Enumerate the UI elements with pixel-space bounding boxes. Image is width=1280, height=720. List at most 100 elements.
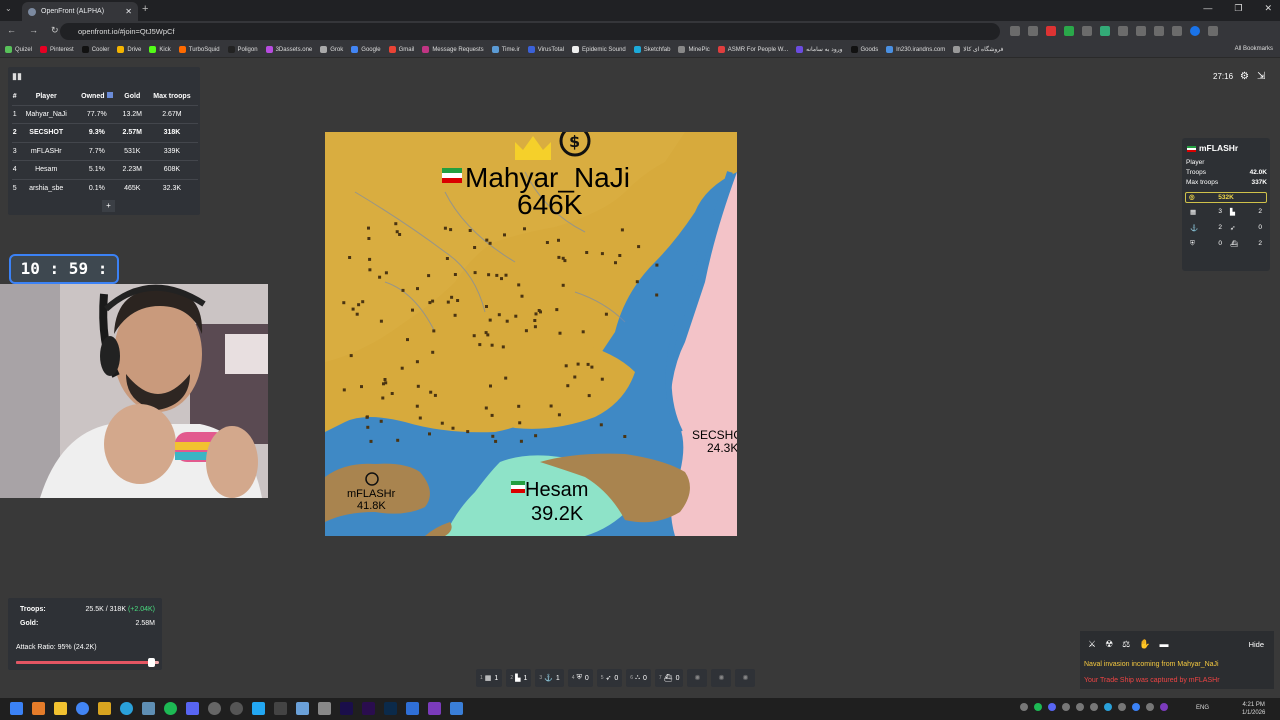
build-button[interactable]: 3 ⚓ 1 — [535, 669, 564, 687]
photoshop-icon[interactable] — [384, 702, 397, 715]
app-icon[interactable] — [318, 702, 331, 715]
hydrogen-bomb-icon[interactable]: ✺ — [735, 669, 756, 687]
extension-icon[interactable] — [1100, 26, 1110, 36]
blender-icon[interactable] — [406, 702, 419, 715]
attack-ratio-slider[interactable] — [16, 658, 159, 667]
build-button[interactable]: 7 ⛴ 0 — [654, 669, 684, 687]
extension-icon[interactable] — [1136, 26, 1146, 36]
tray-icon[interactable] — [1104, 703, 1112, 711]
tray-icon[interactable] — [1146, 703, 1154, 711]
column-owned[interactable]: Owned — [75, 88, 119, 105]
leaderboard-row[interactable]: 2 SECSHOT 9.3% 2.57M 318K — [12, 123, 198, 142]
bookmark-item[interactable]: Epidemic Sound — [572, 46, 626, 53]
premiere-icon[interactable] — [362, 702, 375, 715]
game-map[interactable]: Mahyar_NaJi 646K SECSHOT 24.3K Hesam 39.… — [325, 132, 737, 536]
profile-avatar[interactable] — [1190, 26, 1200, 36]
extension-icon[interactable] — [1172, 26, 1182, 36]
github-icon[interactable] — [208, 702, 221, 715]
rider-icon[interactable] — [428, 702, 441, 715]
tab-search-icon[interactable]: ⌄ — [5, 4, 12, 13]
bookmark-item[interactable]: ln230.irandns.com — [886, 46, 945, 53]
extension-icon[interactable] — [1154, 26, 1164, 36]
browser-tab[interactable]: OpenFront (ALPHA) ✕ — [22, 2, 138, 21]
extension-icon[interactable] — [1010, 26, 1020, 36]
bookmark-item[interactable]: Sketchfab — [633, 46, 670, 53]
bookmark-item[interactable]: VirusTotal — [527, 46, 564, 53]
bookmark-item[interactable]: ASMR For People W... — [717, 46, 788, 53]
build-button[interactable]: 2 ▙ 1 — [506, 669, 532, 687]
bookmark-item[interactable]: Quizel — [5, 46, 32, 53]
bookmark-item[interactable]: Time.ir — [491, 46, 520, 53]
leaderboard-row[interactable]: 4 Hesam 5.1% 2.23M 608K — [12, 160, 198, 179]
bookmark-item[interactable]: Google — [351, 46, 381, 53]
leaderboard-row[interactable]: 5 arshia_sbe 0.1% 465K 32.3K — [12, 178, 198, 198]
chat-icon[interactable]: ▬ — [1159, 639, 1168, 650]
tray-icon[interactable] — [1118, 703, 1126, 711]
bookmark-item[interactable]: Pinterest — [40, 46, 74, 53]
terminal-icon[interactable] — [274, 702, 287, 715]
search-icon[interactable] — [32, 702, 45, 715]
steam-icon[interactable] — [142, 702, 155, 715]
notes-icon[interactable] — [296, 702, 309, 715]
column-max-troops[interactable]: Max troops — [146, 88, 198, 105]
tray-icon[interactable] — [1062, 703, 1070, 711]
chrome-icon[interactable] — [76, 702, 89, 715]
reload-icon[interactable]: ↻ — [51, 25, 59, 36]
extension-icon[interactable] — [1118, 26, 1128, 36]
nuke-icon[interactable]: ☢ — [1105, 639, 1113, 650]
obs-icon[interactable] — [230, 702, 243, 715]
build-button[interactable]: 4 ⛨ 0 — [567, 669, 593, 687]
bookmark-item[interactable]: ورود به سامانه — [796, 46, 843, 53]
tray-icon[interactable] — [1160, 703, 1168, 711]
extension-icon[interactable] — [1028, 26, 1038, 36]
leaderboard-row[interactable]: 3 mFLASHr 7.7% 531K 339K — [12, 141, 198, 161]
exit-icon[interactable]: ⇲ — [1257, 71, 1265, 82]
build-button[interactable]: 6 ⛬ 0 — [626, 669, 651, 687]
bookmark-item[interactable]: TurboSquid — [178, 46, 220, 53]
bookmark-item[interactable]: Poligon — [227, 46, 258, 53]
bookmark-item[interactable]: Grok — [320, 46, 343, 53]
tray-icon[interactable] — [1048, 703, 1056, 711]
after-effects-icon[interactable] — [340, 702, 353, 715]
windows-start-icon[interactable] — [10, 702, 23, 715]
close-tab-icon[interactable]: ✕ — [125, 7, 132, 16]
new-tab-button[interactable]: + — [142, 3, 148, 15]
menu-icon[interactable] — [1208, 26, 1218, 36]
trade-icon[interactable]: ⚖ — [1122, 639, 1130, 650]
tray-icon[interactable] — [1090, 703, 1098, 711]
leaderboard-row[interactable]: 1 Mahyar_NaJi 77.7% 13.2M 2.67M — [12, 104, 198, 124]
app-icon[interactable] — [450, 702, 463, 715]
bookmark-item[interactable]: MinePic — [678, 46, 710, 53]
spotify-icon[interactable] — [164, 702, 177, 715]
telegram-icon[interactable] — [120, 702, 133, 715]
back-icon[interactable]: ← — [7, 25, 16, 36]
minimize-button[interactable]: — — [1203, 3, 1212, 14]
mirv-icon[interactable]: ✺ — [711, 669, 732, 687]
column-gold[interactable]: Gold — [119, 88, 146, 105]
bookmark-item[interactable]: فروشگاه ای کالا — [953, 46, 1003, 53]
vscode-icon[interactable] — [252, 702, 265, 715]
file-explorer-icon[interactable] — [54, 702, 67, 715]
settings-gear-icon[interactable]: ⚙ — [1240, 71, 1249, 82]
tray-icon[interactable] — [1132, 703, 1140, 711]
bookmark-item[interactable]: 3Dassets.one — [265, 46, 312, 53]
extension-icon[interactable] — [1082, 26, 1092, 36]
atom-bomb-icon[interactable]: ✺ — [687, 669, 708, 687]
sort-icon[interactable] — [106, 92, 113, 99]
bookmark-item[interactable]: Drive — [117, 46, 141, 53]
taskbar-clock[interactable]: 4:21 PM 1/1/2026 — [1242, 701, 1265, 717]
close-window-button[interactable]: ✕ — [1264, 3, 1272, 14]
hide-events-button[interactable]: Hide — [1249, 640, 1264, 649]
discord-icon[interactable] — [186, 702, 199, 715]
attack-ratio-knob[interactable] — [147, 658, 155, 667]
bookmark-item[interactable]: Cooler — [81, 46, 109, 53]
maximize-button[interactable]: ❐ — [1234, 3, 1242, 14]
all-bookmarks-button[interactable]: All Bookmarks — [1235, 46, 1273, 52]
tray-icon[interactable] — [1034, 703, 1042, 711]
bookmark-item[interactable]: Goods — [850, 46, 878, 53]
build-button[interactable]: 1 ▦ 1 — [476, 669, 503, 687]
extension-icon[interactable] — [1064, 26, 1074, 36]
language-indicator[interactable]: ENG — [1196, 705, 1209, 711]
tray-icon[interactable] — [1020, 703, 1028, 711]
tray-icon[interactable] — [1076, 703, 1084, 711]
